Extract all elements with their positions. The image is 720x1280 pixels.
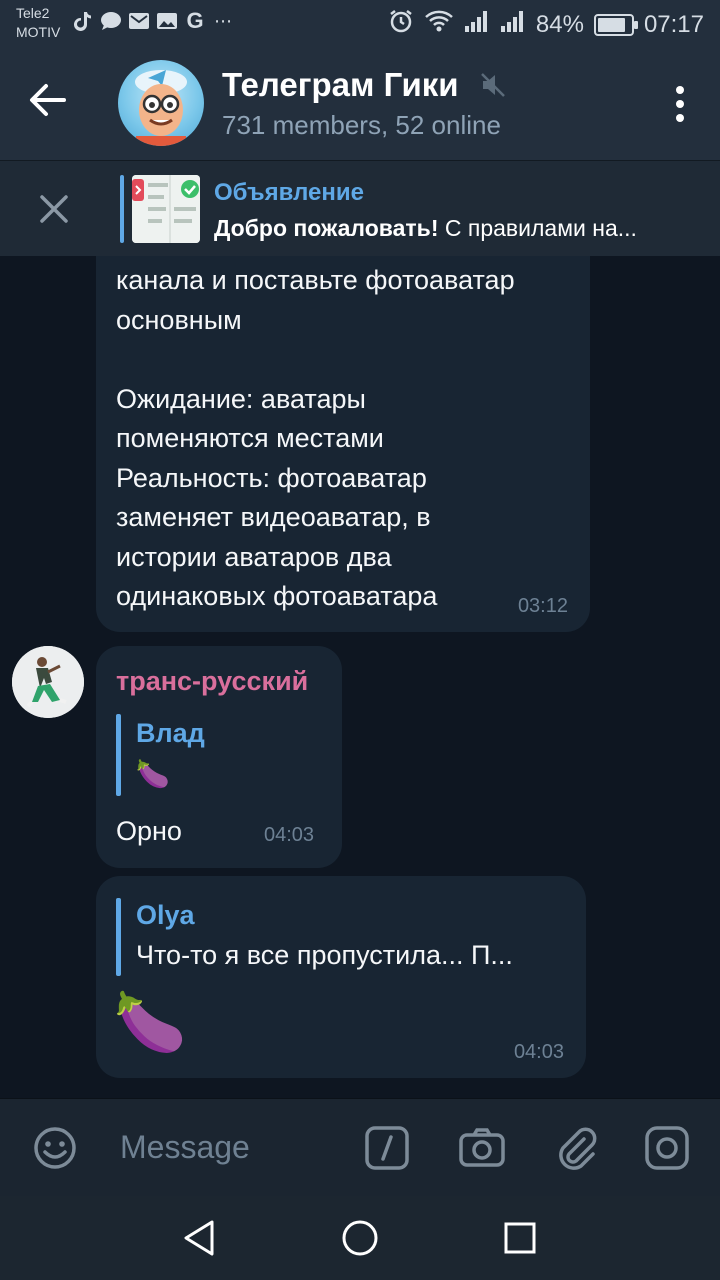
sender-avatar[interactable]	[12, 646, 84, 718]
message-input[interactable]: Message	[120, 1129, 250, 1166]
reply-preview[interactable]: 🍆	[136, 758, 170, 790]
back-button[interactable]	[28, 80, 84, 128]
message-list[interactable]: канала и поставьте фотоаватар основным О…	[0, 256, 720, 1098]
close-pinned-button[interactable]	[34, 189, 74, 229]
google-icon: G	[186, 8, 204, 33]
paperclip-icon	[559, 1127, 597, 1170]
battery-percent: 84%	[535, 10, 584, 38]
pinned-text: Добро пожаловать! С правилами на...	[214, 215, 684, 242]
chat-bubble-icon	[100, 10, 122, 32]
chat-title[interactable]: Телеграм Гики	[222, 66, 459, 104]
message-time: 04:03	[513, 1041, 564, 1063]
message-text: Орно	[116, 816, 182, 846]
message-bubble[interactable]: канала и поставьте фотоаватар основным О…	[96, 256, 590, 632]
tiktok-icon	[72, 10, 94, 32]
clock: 07:17	[643, 10, 704, 38]
mail-icon	[128, 10, 150, 32]
instagram-camera-icon	[645, 1126, 689, 1170]
message-text: канала и поставьте фотоаватар основным О…	[116, 265, 515, 611]
alarm-icon	[388, 8, 414, 41]
status-right: 84% 07:17	[388, 8, 704, 41]
pinned-text-bold: Добро пожаловать!	[214, 215, 439, 241]
nav-recents-button[interactable]	[500, 1218, 540, 1258]
notification-icons: G ⋯	[72, 8, 234, 33]
nav-home-button[interactable]	[340, 1218, 380, 1258]
chat-subtitle: 731 members, 52 online	[222, 110, 501, 140]
arrow-left-icon	[30, 84, 66, 116]
group-avatar[interactable]	[118, 60, 204, 146]
menu-dot	[676, 100, 684, 108]
sender-name[interactable]: транс-русский	[116, 666, 308, 697]
reply-sender-name[interactable]: Olya	[136, 900, 195, 931]
muted-speaker-icon	[478, 70, 508, 100]
pinned-text-rest: С правилами на...	[438, 215, 637, 241]
menu-dot	[676, 86, 684, 94]
smile-icon	[34, 1127, 76, 1169]
battery-fill	[597, 17, 625, 32]
signal-icon	[464, 9, 490, 40]
message-time: 04:03	[264, 824, 315, 846]
nav-back-button[interactable]	[180, 1218, 220, 1258]
more-menu-button[interactable]	[674, 86, 686, 122]
triangle-back-icon	[184, 1220, 214, 1256]
message-time: 03:12	[517, 595, 568, 617]
instant-camera-button[interactable]	[644, 1125, 690, 1171]
chat-header: Телеграм Гики 731 members, 52 online	[0, 48, 720, 160]
message-bubble[interactable]: Olya Что-то я все пропустила... П... 🍆 0…	[96, 876, 586, 1078]
reply-preview[interactable]: Что-то я все пропустила... П...	[136, 940, 513, 971]
menu-dot	[676, 114, 684, 122]
circle-home-icon	[342, 1220, 378, 1256]
reply-accent-bar	[116, 898, 121, 976]
camera-button[interactable]	[458, 1125, 505, 1171]
status-bar: Tele2 MOTIV G ⋯ 84% 07:17	[0, 0, 720, 48]
pinned-message[interactable]: Объявление Добро пожаловать! С правилами…	[0, 160, 720, 256]
carrier-label: Tele2 MOTIV	[16, 4, 60, 42]
message-emoji: 🍆	[114, 990, 187, 1055]
battery-icon	[593, 13, 638, 36]
signal-icon-2	[500, 9, 526, 40]
gallery-icon	[156, 10, 178, 32]
pinned-thumbnail	[132, 175, 200, 243]
attach-button[interactable]	[554, 1125, 600, 1171]
more-dots-icon: ⋯	[214, 10, 232, 31]
bot-commands-button[interactable]	[364, 1125, 410, 1171]
pinned-accent-bar	[120, 175, 124, 243]
carrier-network: MOTIV	[16, 24, 61, 40]
carrier-name: Tele2	[16, 5, 50, 21]
reply-sender-name[interactable]: Влад	[136, 718, 205, 749]
square-recents-icon	[504, 1222, 536, 1254]
composer: Message	[0, 1098, 720, 1196]
pinned-title: Объявление	[214, 179, 364, 206]
message-bubble[interactable]: транс-русский Влад 🍆 Орно 04:03	[96, 646, 342, 868]
system-nav-bar	[0, 1196, 720, 1280]
emoji-button[interactable]	[32, 1125, 78, 1171]
camera-icon	[459, 1128, 505, 1167]
slash-command-icon	[365, 1126, 409, 1170]
wifi-icon	[424, 9, 454, 40]
reply-accent-bar	[116, 714, 121, 796]
close-icon	[40, 195, 68, 223]
